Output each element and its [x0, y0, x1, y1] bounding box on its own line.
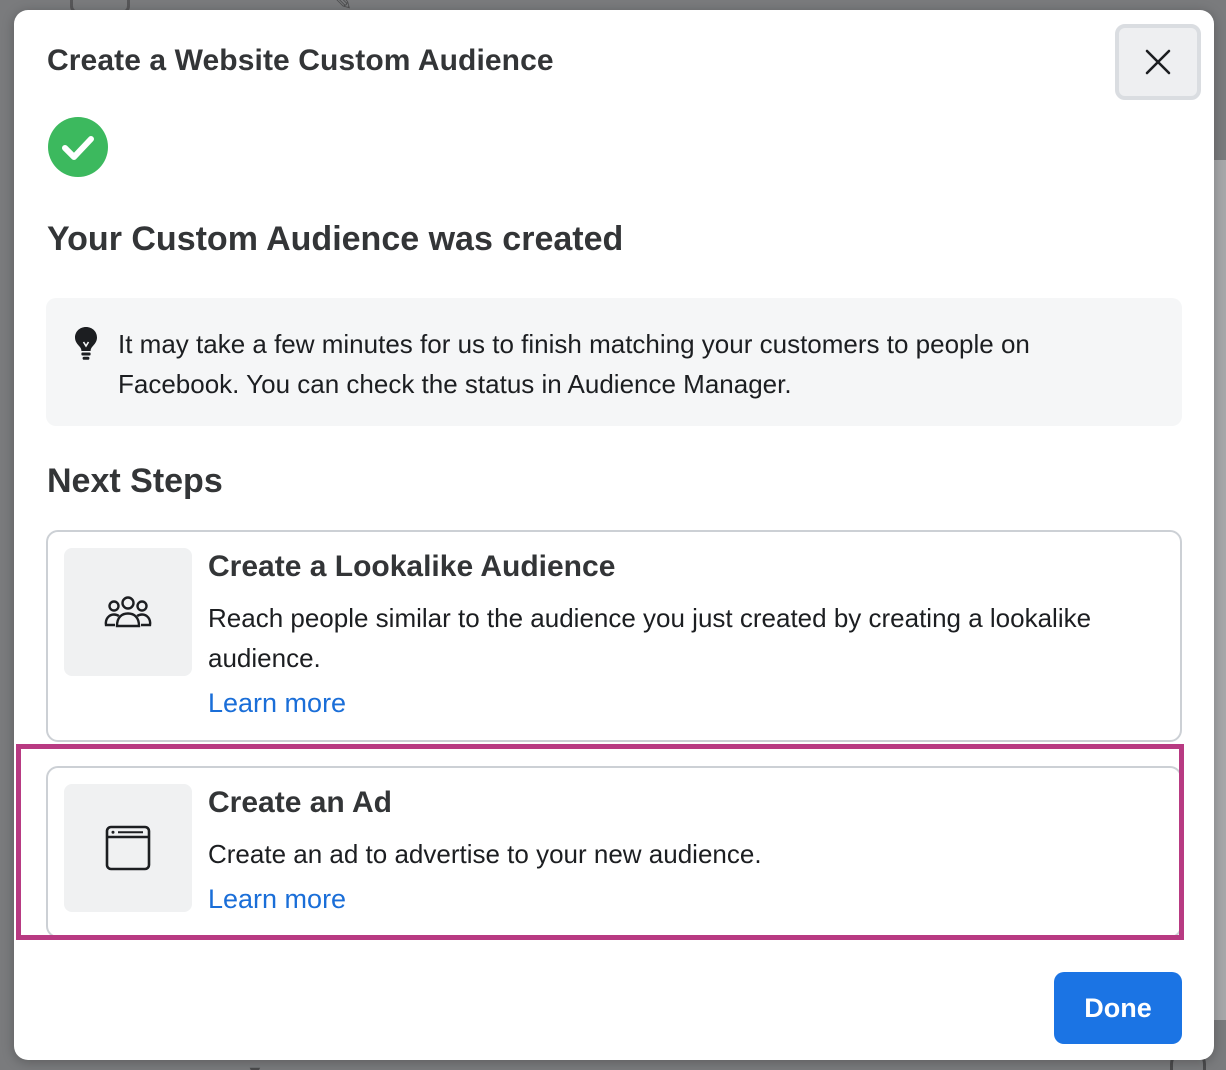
step-thumbnail: [64, 548, 192, 676]
close-icon: [1145, 49, 1171, 75]
people-group-icon: [104, 596, 152, 628]
checkmark-circle-icon: [48, 117, 108, 177]
lightbulb-icon: [75, 327, 97, 360]
info-text: It may take a few minutes for us to fini…: [118, 329, 1030, 399]
caret-down-icon: ▼: [246, 1062, 264, 1070]
step-thumbnail: [64, 784, 192, 912]
done-button[interactable]: Done: [1054, 972, 1182, 1044]
close-button[interactable]: [1115, 24, 1201, 100]
step-title: Create an Ad: [208, 786, 392, 819]
background-panel: [1214, 160, 1226, 1020]
dialog-title: Create a Website Custom Audience: [47, 44, 554, 77]
learn-more-link[interactable]: Learn more: [208, 688, 346, 719]
step-card-create-ad[interactable]: Create an Ad Create an ad to advertise t…: [46, 766, 1182, 938]
browser-window-icon: [105, 825, 151, 871]
step-card-lookalike-audience[interactable]: Create a Lookalike Audience Reach people…: [46, 530, 1182, 742]
step-description: Reach people similar to the audience you…: [208, 603, 1092, 673]
custom-audience-dialog: Create a Website Custom Audience Your Cu…: [14, 10, 1214, 1060]
step-title: Create a Lookalike Audience: [208, 550, 616, 583]
info-notice: It may take a few minutes for us to fini…: [46, 298, 1182, 426]
next-steps-heading: Next Steps: [47, 462, 223, 500]
learn-more-link[interactable]: Learn more: [208, 884, 346, 915]
success-heading: Your Custom Audience was created: [47, 220, 624, 258]
step-description: Create an ad to advertise to your new au…: [208, 839, 762, 869]
